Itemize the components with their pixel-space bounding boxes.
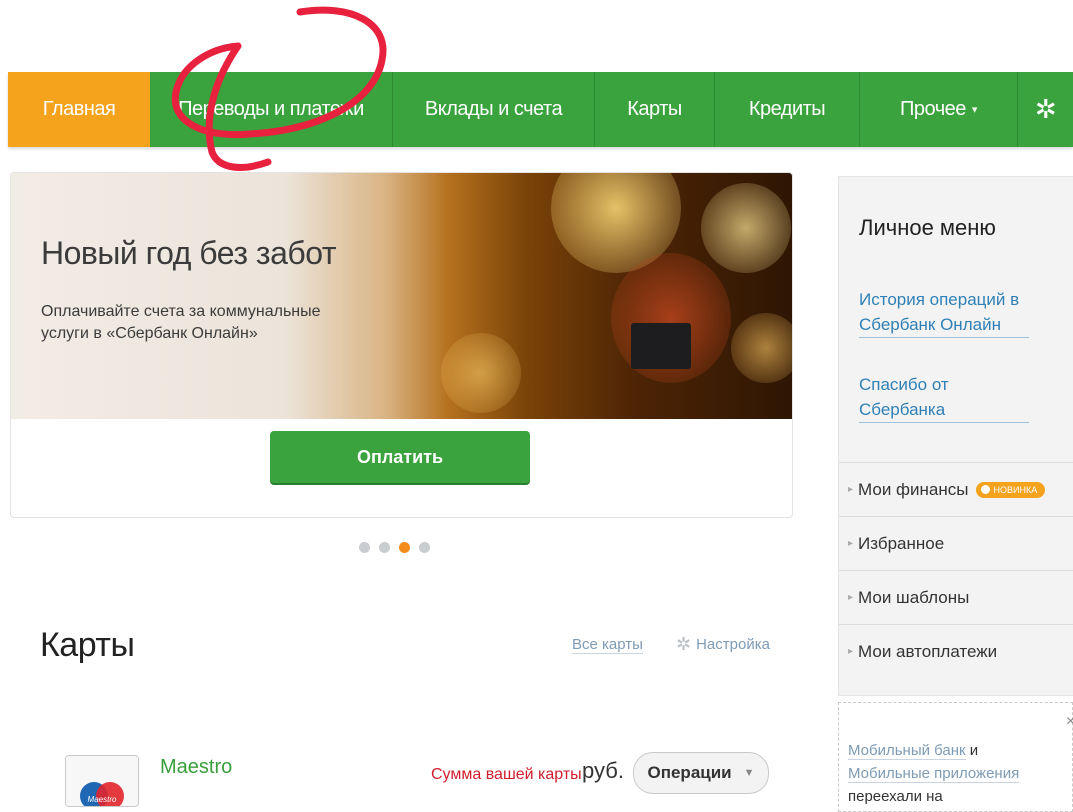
gear-icon: ✲ <box>676 634 692 654</box>
svg-text:Maestro: Maestro <box>88 795 117 804</box>
operations-button[interactable]: Операции ▼ <box>633 752 769 794</box>
personal-menu-title: Личное меню <box>859 215 996 240</box>
operations-label: Операции <box>647 763 732 782</box>
new-badge: НОВИНКА <box>975 481 1046 498</box>
carousel-dot-active[interactable] <box>399 542 410 553</box>
promo-banner: Новый год без забот Оплачивайте счета за… <box>10 172 793 518</box>
nav-item-more[interactable]: Прочее ▾ <box>860 72 1018 147</box>
card-sum-label: Сумма вашей карты <box>431 766 582 783</box>
side-item-my-finances[interactable]: ▸ Мои финансы НОВИНКА <box>839 462 1073 516</box>
and-text: и <box>965 742 979 759</box>
nav-item-home[interactable]: Главная <box>8 72 150 147</box>
side-item-label: Мои автоплатежи <box>858 641 998 661</box>
carousel-dot[interactable] <box>419 542 430 553</box>
cards-settings-link[interactable]: ✲ Настройка <box>676 634 770 655</box>
main-nav: Главная Переводы и платежи Вклады и счет… <box>8 72 1073 147</box>
promo-image: Новый год без забот Оплачивайте счета за… <box>11 173 792 419</box>
carousel-dot[interactable] <box>379 542 390 553</box>
nav-item-deposits-accounts[interactable]: Вклады и счета <box>393 72 595 147</box>
chevron-right-icon: ▸ <box>848 538 854 549</box>
nav-item-transfers-payments[interactable]: Переводы и платежи <box>150 72 393 147</box>
carousel-dot[interactable] <box>359 542 370 553</box>
promo-text: Оплачивайте счета за коммунальные услуги… <box>41 303 321 342</box>
card-name[interactable]: Maestro <box>160 756 232 779</box>
nav-item-label: Карты <box>627 98 682 120</box>
all-cards-link[interactable]: Все карты <box>572 636 643 654</box>
gear-icon: ✲ <box>1034 94 1057 124</box>
side-item-autopayments[interactable]: ▸ Мои автоплатежи <box>839 624 1073 678</box>
nav-item-label: Прочее <box>900 98 966 120</box>
personal-menu: Личное меню История операций в Сбербанк … <box>838 176 1073 696</box>
maestro-card-thumbnail[interactable]: Maestro <box>65 755 139 807</box>
carousel-dots <box>359 542 430 553</box>
nav-item-label: Кредиты <box>748 98 826 120</box>
note-tail-text: переехали на <box>848 788 943 805</box>
side-item-label: Избранное <box>858 533 945 553</box>
cards-heading: Карты <box>40 626 135 664</box>
chevron-down-icon: ▾ <box>971 104 978 116</box>
nav-item-credits[interactable]: Кредиты <box>715 72 860 147</box>
close-icon[interactable]: × <box>1066 713 1073 731</box>
side-item-favorites[interactable]: ▸ Избранное <box>839 516 1073 570</box>
card-currency: руб. <box>582 758 624 783</box>
chevron-down-icon: ▼ <box>743 767 755 779</box>
history-link[interactable]: История операций в Сбербанк Онлайн <box>859 287 1029 338</box>
chevron-right-icon: ▸ <box>848 646 854 657</box>
mobile-bank-link[interactable]: Мобильный банк <box>848 742 966 760</box>
side-item-templates[interactable]: ▸ Мои шаблоны <box>839 570 1073 624</box>
nav-item-label: Вклады и счета <box>424 98 563 120</box>
badge-label: НОВИНКА <box>993 484 1038 495</box>
settings-button[interactable]: ✲ <box>1018 72 1073 147</box>
mobile-bank-notice: × Мобильный банк и Мобильные приложения … <box>838 702 1073 812</box>
personal-menu-list: ▸ Мои финансы НОВИНКА ▸ Избранное ▸ Мои … <box>839 462 1073 678</box>
maestro-logo-icon: Maestro <box>66 756 138 806</box>
settings-link-label: Настройка <box>696 636 770 653</box>
side-item-label: Мои финансы <box>858 479 969 499</box>
chevron-right-icon: ▸ <box>848 592 854 603</box>
mobile-apps-link[interactable]: Мобильные приложения <box>848 765 1020 783</box>
promo-title: Новый год без забот <box>41 235 336 271</box>
nav-item-label: Главная <box>42 98 116 120</box>
spasibo-link[interactable]: Спасибо от Сбербанка <box>859 372 1029 423</box>
side-item-label: Мои шаблоны <box>858 587 970 607</box>
badge-dot-icon <box>980 485 990 494</box>
nav-item-cards[interactable]: Карты <box>595 72 715 147</box>
pay-button[interactable]: Оплатить <box>270 431 530 483</box>
nav-item-label: Переводы и платежи <box>178 98 364 120</box>
chevron-right-icon: ▸ <box>848 484 854 495</box>
